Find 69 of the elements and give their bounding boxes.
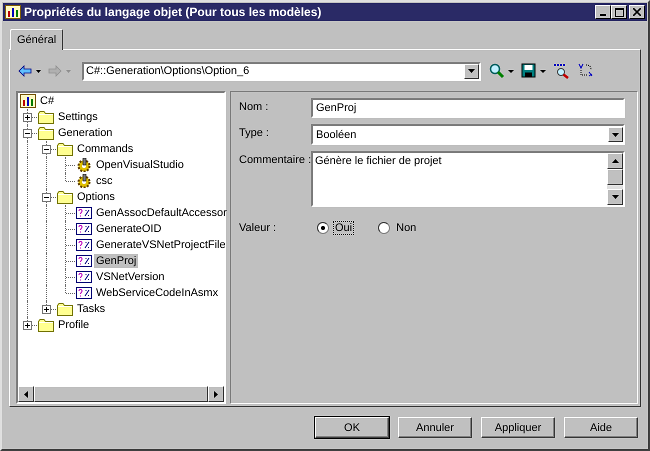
field-label: Valeur :	[239, 221, 278, 234]
app-icon	[5, 5, 21, 19]
variable-icon	[76, 239, 92, 251]
tree-item[interactable]: WebServiceCodeInAsmx	[94, 286, 220, 300]
dialog-button[interactable]: OK	[315, 417, 389, 438]
window-title: Propriétés du langage objet (Pour tous les modèles)	[24, 5, 322, 19]
scroll-right-icon[interactable]	[214, 390, 218, 398]
folder-icon	[57, 190, 73, 204]
tree-item[interactable]: OpenVisualStudio	[94, 158, 186, 172]
tree-item[interactable]: Options	[75, 190, 117, 204]
dialog-button[interactable]: Annuler	[398, 417, 472, 438]
tree-item[interactable]: Commands	[75, 142, 136, 156]
tree-item[interactable]: Tasks	[75, 302, 108, 316]
gear-icon	[76, 158, 92, 172]
vertical-scrollbar[interactable]	[607, 153, 623, 205]
expander-box[interactable]	[42, 145, 51, 154]
maximize-button[interactable]	[611, 5, 627, 19]
close-icon[interactable]	[633, 8, 641, 16]
folder-icon	[38, 318, 54, 332]
field-label: Commentaire :	[239, 153, 311, 166]
expander-box[interactable]	[23, 129, 32, 138]
caret-icon[interactable]	[468, 69, 475, 73]
tree-item[interactable]: VSNetVersion	[94, 270, 166, 284]
expander-box[interactable]	[23, 321, 32, 330]
field-label: Type :	[239, 126, 270, 139]
search-button[interactable]	[487, 61, 517, 81]
expander-box[interactable]	[23, 113, 32, 122]
type-dropdown[interactable]: Booléen	[311, 124, 625, 145]
path-combo[interactable]: C#::Generation\Options\Option_6	[82, 62, 481, 80]
caret-icon[interactable]	[612, 132, 619, 136]
tree-item[interactable]: GenerateOID	[94, 222, 164, 236]
scroll-left-icon[interactable]	[24, 390, 28, 398]
variable-icon	[76, 271, 92, 283]
radio-label[interactable]: Oui	[333, 221, 354, 235]
tree-item[interactable]: C#	[38, 94, 56, 108]
folder-icon	[38, 126, 54, 140]
variable-icon	[76, 287, 92, 299]
expander-box[interactable]	[42, 305, 51, 314]
horizontal-scrollbar[interactable]	[18, 386, 224, 402]
tree-item[interactable]: GenerateVSNetProjectFile	[94, 238, 228, 252]
dialog-button[interactable]: Appliquer	[481, 417, 555, 438]
tree-item[interactable]: Profile	[56, 318, 92, 332]
name-field[interactable]: GenProj	[311, 98, 625, 118]
scroll-up-icon[interactable]	[612, 159, 618, 163]
expander-box[interactable]	[42, 193, 51, 202]
dialog-button[interactable]: Aide	[564, 417, 638, 438]
comment-field[interactable]: Génère le fichier de projet	[311, 151, 625, 207]
folder-icon	[38, 110, 54, 124]
scroll-down-icon[interactable]	[612, 195, 618, 199]
folder-icon	[57, 142, 73, 156]
model-icon	[20, 94, 36, 108]
gear-icon	[76, 174, 92, 188]
variable-icon	[76, 223, 92, 235]
maximize-icon[interactable]	[614, 8, 624, 16]
variable-icon	[76, 207, 92, 219]
minimize-button[interactable]	[595, 5, 611, 19]
tree-item[interactable]: GenProj	[94, 254, 138, 268]
variable-icon	[76, 255, 92, 267]
tree-item[interactable]: GenAssocDefaultAccessor	[94, 206, 229, 220]
tree-item[interactable]: csc	[94, 174, 114, 188]
close-button[interactable]	[629, 5, 645, 19]
radio-button[interactable]	[378, 222, 390, 234]
radio-label[interactable]: Non	[394, 221, 418, 235]
tab[interactable]: Général	[10, 29, 64, 50]
tree-item[interactable]: Settings	[56, 110, 100, 124]
tree-item[interactable]: Generation	[56, 126, 114, 140]
field-label: Nom :	[239, 100, 270, 113]
radio-button[interactable]	[317, 222, 329, 234]
folder-icon	[57, 302, 73, 316]
